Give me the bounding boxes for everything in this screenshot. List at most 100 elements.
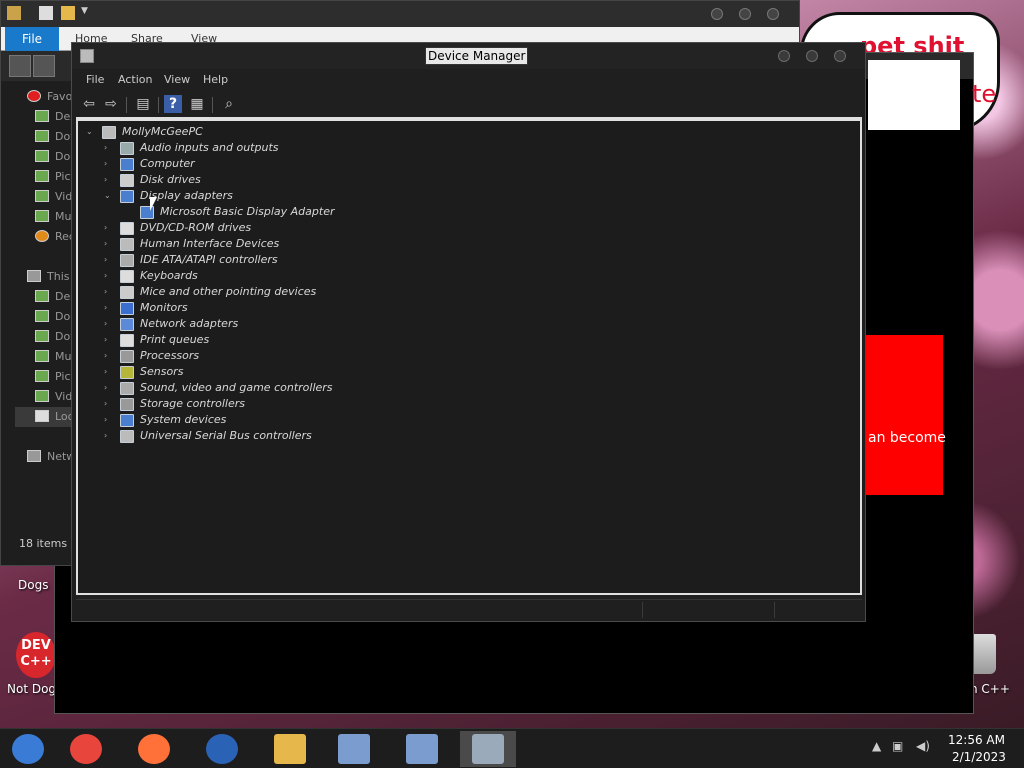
tree-category-label: Storage controllers [140, 397, 245, 410]
close-button[interactable] [767, 8, 779, 20]
desktop-icon-label-cpp[interactable]: n C++ [970, 682, 1010, 696]
menu-view[interactable]: View [164, 73, 190, 86]
file-tab[interactable]: File [5, 27, 59, 51]
hid-icon [120, 238, 134, 251]
device-manager-titlebar[interactable]: Device Manager [72, 43, 865, 69]
maximize-button[interactable] [739, 8, 751, 20]
taskbar-app-button[interactable] [0, 731, 56, 767]
tree-category-label: Network adapters [140, 317, 239, 330]
chrome-icon [70, 734, 102, 764]
taskbar-app-button[interactable] [262, 731, 318, 767]
taskbar-app-button[interactable] [58, 731, 114, 767]
maximize-button[interactable] [806, 50, 818, 62]
collapse-arrow-icon[interactable]: ⌄ [104, 192, 112, 200]
expand-arrow-icon[interactable]: › [104, 352, 112, 360]
tree-category-label: Monitors [140, 301, 188, 314]
window-title: Device Manager [425, 47, 529, 65]
device-manager-app-icon [80, 49, 94, 63]
close-button[interactable] [834, 50, 846, 62]
toolbar-separator [126, 97, 127, 113]
expand-arrow-icon[interactable]: › [104, 224, 112, 232]
red-dialog-text: an become [868, 430, 946, 446]
scan-hardware-icon[interactable]: ⌕ [220, 95, 238, 113]
show-hidden-icons-icon[interactable]: ▲ [872, 739, 881, 753]
tree-device-label: Microsoft Basic Display Adapter [160, 205, 335, 218]
devcpp-icon[interactable]: DEV C++ [16, 632, 56, 678]
expand-arrow-icon[interactable]: › [104, 416, 112, 424]
network-icon[interactable]: ▣ [892, 739, 903, 753]
taskbar-app-button[interactable] [460, 731, 516, 767]
pictures-folder-icon [35, 370, 49, 382]
menu-file[interactable]: File [86, 73, 104, 86]
expand-arrow-icon[interactable]: › [104, 144, 112, 152]
system-devices-icon [120, 414, 134, 427]
documents-folder-icon [35, 150, 49, 162]
expand-arrow-icon[interactable]: › [104, 432, 112, 440]
usb-icon [120, 430, 134, 443]
music-folder-icon [35, 210, 49, 222]
expand-arrow-icon[interactable]: › [104, 288, 112, 296]
expand-arrow-icon[interactable]: › [104, 400, 112, 408]
menu-help[interactable]: Help [203, 73, 228, 86]
view-icon[interactable]: ▦ [188, 95, 206, 113]
properties-icon[interactable] [39, 6, 53, 20]
tree-category-label: Audio inputs and outputs [140, 141, 279, 154]
keyboard-icon [120, 270, 134, 283]
back-icon[interactable]: ⇦ [80, 95, 98, 113]
expand-arrow-icon[interactable]: › [104, 272, 112, 280]
clock-time[interactable]: 12:56 AM [948, 733, 1005, 747]
toolbar: ⇦ ⇨ ▤ ? ▦ ⌕ [72, 91, 865, 117]
expand-arrow-icon[interactable]: › [104, 336, 112, 344]
sidebar-item-label: Mu [55, 210, 72, 223]
ide-controller-icon [120, 254, 134, 267]
tree-category-label: Processors [140, 349, 200, 362]
expand-arrow-icon[interactable]: › [104, 320, 112, 328]
expand-arrow-icon[interactable]: › [104, 240, 112, 248]
desktop-icon-label-not-dog[interactable]: Not Dog [7, 682, 56, 696]
new-folder-icon[interactable] [61, 6, 75, 20]
clock-date[interactable]: 2/1/2023 [952, 750, 1006, 764]
desktop-icon-label-dogs[interactable]: Dogs [18, 578, 48, 592]
expand-arrow-icon[interactable]: › [104, 384, 112, 392]
tree-category-label: Sensors [140, 365, 184, 378]
mouse-cursor-icon [150, 197, 157, 211]
expand-arrow-icon[interactable]: › [104, 160, 112, 168]
tree-category-label: Universal Serial Bus controllers [140, 429, 312, 442]
device-tree[interactable]: ⌄ MollyMcGeePC › Audio inputs and outputs… [76, 117, 862, 595]
downloads-folder-icon [35, 330, 49, 342]
minimize-button[interactable] [778, 50, 790, 62]
computer-icon [27, 270, 41, 282]
tree-category-label: IDE ATA/ATAPI controllers [140, 253, 278, 266]
volume-icon[interactable]: ◀) [916, 739, 930, 753]
tree-category-label: Sound, video and game controllers [140, 381, 333, 394]
chevron-down-icon[interactable]: ▼ [81, 6, 95, 20]
device-manager-window[interactable]: Device Manager File Action View Help ⇦ ⇨… [71, 42, 866, 622]
status-separator [774, 602, 775, 618]
help-icon[interactable]: ? [164, 95, 182, 113]
collapse-arrow-icon[interactable]: ⌄ [86, 128, 94, 136]
properties-icon[interactable]: ▤ [134, 95, 152, 113]
firefox-icon [138, 734, 170, 764]
taskbar-app-button[interactable] [194, 731, 250, 767]
tree-category-label: Mice and other pointing devices [140, 285, 317, 298]
expand-arrow-icon[interactable]: › [104, 256, 112, 264]
processor-icon [120, 350, 134, 363]
forward-icon[interactable]: ⇨ [102, 95, 120, 113]
minimize-button[interactable] [711, 8, 723, 20]
explorer-titlebar[interactable]: ▼ [1, 1, 799, 27]
explorer-status-items: 18 items [19, 537, 68, 550]
expand-arrow-icon[interactable]: › [104, 176, 112, 184]
sidebar-item-label: Mu [55, 350, 72, 363]
menu-action[interactable]: Action [118, 73, 152, 86]
taskbar-app-button[interactable] [126, 731, 182, 767]
taskbar-app-button[interactable] [326, 731, 382, 767]
videos-folder-icon [35, 390, 49, 402]
expand-arrow-icon[interactable]: › [104, 304, 112, 312]
downloads-folder-icon [35, 130, 49, 142]
taskbar-app-button[interactable] [394, 731, 450, 767]
expand-arrow-icon[interactable]: › [104, 368, 112, 376]
forward-button[interactable] [33, 55, 55, 77]
back-button[interactable] [9, 55, 31, 77]
network-icon [27, 450, 41, 462]
menubar: File Action View Help [72, 69, 865, 91]
